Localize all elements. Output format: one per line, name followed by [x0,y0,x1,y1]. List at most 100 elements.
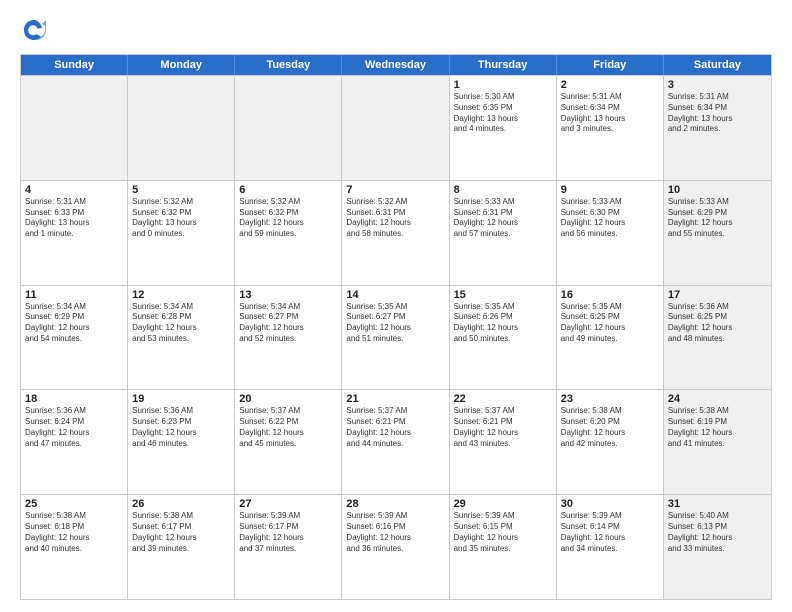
day-number: 5 [132,184,230,196]
day-number: 25 [25,498,123,510]
day-number: 8 [454,184,552,196]
cal-cell-w4-d1: 18Sunrise: 5:36 AM Sunset: 6:24 PM Dayli… [21,390,128,494]
cal-cell-w5-d2: 26Sunrise: 5:38 AM Sunset: 6:17 PM Dayli… [128,495,235,599]
day-number: 6 [239,184,337,196]
cal-header-friday: Friday [557,55,664,75]
day-info: Sunrise: 5:35 AM Sunset: 6:25 PM Dayligh… [561,302,659,345]
cal-header-saturday: Saturday [664,55,771,75]
day-info: Sunrise: 5:38 AM Sunset: 6:19 PM Dayligh… [668,406,767,449]
day-number: 20 [239,393,337,405]
cal-header-tuesday: Tuesday [235,55,342,75]
day-info: Sunrise: 5:34 AM Sunset: 6:27 PM Dayligh… [239,302,337,345]
day-info: Sunrise: 5:39 AM Sunset: 6:15 PM Dayligh… [454,511,552,554]
calendar-header-row: SundayMondayTuesdayWednesdayThursdayFrid… [21,55,771,75]
logo [20,16,52,44]
day-info: Sunrise: 5:33 AM Sunset: 6:30 PM Dayligh… [561,197,659,240]
cal-cell-w3-d1: 11Sunrise: 5:34 AM Sunset: 6:29 PM Dayli… [21,286,128,390]
cal-cell-w2-d1: 4Sunrise: 5:31 AM Sunset: 6:33 PM Daylig… [21,181,128,285]
cal-week-5: 25Sunrise: 5:38 AM Sunset: 6:18 PM Dayli… [21,494,771,599]
day-number: 18 [25,393,123,405]
day-info: Sunrise: 5:34 AM Sunset: 6:29 PM Dayligh… [25,302,123,345]
day-number: 2 [561,79,659,91]
cal-week-2: 4Sunrise: 5:31 AM Sunset: 6:33 PM Daylig… [21,180,771,285]
day-number: 19 [132,393,230,405]
cal-cell-w2-d5: 8Sunrise: 5:33 AM Sunset: 6:31 PM Daylig… [450,181,557,285]
day-info: Sunrise: 5:32 AM Sunset: 6:32 PM Dayligh… [239,197,337,240]
day-number: 31 [668,498,767,510]
day-info: Sunrise: 5:32 AM Sunset: 6:31 PM Dayligh… [346,197,444,240]
day-number: 12 [132,289,230,301]
day-info: Sunrise: 5:30 AM Sunset: 6:35 PM Dayligh… [454,92,552,135]
day-info: Sunrise: 5:38 AM Sunset: 6:20 PM Dayligh… [561,406,659,449]
cal-cell-w1-d7: 3Sunrise: 5:31 AM Sunset: 6:34 PM Daylig… [664,76,771,180]
day-info: Sunrise: 5:31 AM Sunset: 6:34 PM Dayligh… [668,92,767,135]
day-number: 15 [454,289,552,301]
day-number: 13 [239,289,337,301]
day-info: Sunrise: 5:36 AM Sunset: 6:23 PM Dayligh… [132,406,230,449]
cal-cell-w1-d3 [235,76,342,180]
cal-cell-w3-d2: 12Sunrise: 5:34 AM Sunset: 6:28 PM Dayli… [128,286,235,390]
cal-cell-w2-d4: 7Sunrise: 5:32 AM Sunset: 6:31 PM Daylig… [342,181,449,285]
day-number: 16 [561,289,659,301]
cal-week-3: 11Sunrise: 5:34 AM Sunset: 6:29 PM Dayli… [21,285,771,390]
cal-cell-w5-d1: 25Sunrise: 5:38 AM Sunset: 6:18 PM Dayli… [21,495,128,599]
day-number: 3 [668,79,767,91]
day-number: 27 [239,498,337,510]
cal-cell-w4-d2: 19Sunrise: 5:36 AM Sunset: 6:23 PM Dayli… [128,390,235,494]
cal-cell-w2-d3: 6Sunrise: 5:32 AM Sunset: 6:32 PM Daylig… [235,181,342,285]
cal-cell-w3-d3: 13Sunrise: 5:34 AM Sunset: 6:27 PM Dayli… [235,286,342,390]
header [20,16,772,44]
day-info: Sunrise: 5:39 AM Sunset: 6:14 PM Dayligh… [561,511,659,554]
cal-cell-w4-d5: 22Sunrise: 5:37 AM Sunset: 6:21 PM Dayli… [450,390,557,494]
cal-cell-w5-d5: 29Sunrise: 5:39 AM Sunset: 6:15 PM Dayli… [450,495,557,599]
day-number: 24 [668,393,767,405]
day-number: 30 [561,498,659,510]
cal-cell-w4-d7: 24Sunrise: 5:38 AM Sunset: 6:19 PM Dayli… [664,390,771,494]
day-number: 17 [668,289,767,301]
day-number: 14 [346,289,444,301]
cal-cell-w2-d6: 9Sunrise: 5:33 AM Sunset: 6:30 PM Daylig… [557,181,664,285]
cal-header-wednesday: Wednesday [342,55,449,75]
day-info: Sunrise: 5:34 AM Sunset: 6:28 PM Dayligh… [132,302,230,345]
logo-icon [20,16,48,44]
day-number: 7 [346,184,444,196]
cal-cell-w4-d3: 20Sunrise: 5:37 AM Sunset: 6:22 PM Dayli… [235,390,342,494]
day-info: Sunrise: 5:37 AM Sunset: 6:21 PM Dayligh… [454,406,552,449]
day-info: Sunrise: 5:33 AM Sunset: 6:29 PM Dayligh… [668,197,767,240]
day-number: 26 [132,498,230,510]
cal-cell-w1-d4 [342,76,449,180]
day-info: Sunrise: 5:36 AM Sunset: 6:24 PM Dayligh… [25,406,123,449]
day-info: Sunrise: 5:37 AM Sunset: 6:21 PM Dayligh… [346,406,444,449]
day-info: Sunrise: 5:38 AM Sunset: 6:17 PM Dayligh… [132,511,230,554]
calendar-body: 1Sunrise: 5:30 AM Sunset: 6:35 PM Daylig… [21,75,771,599]
day-number: 29 [454,498,552,510]
cal-cell-w3-d6: 16Sunrise: 5:35 AM Sunset: 6:25 PM Dayli… [557,286,664,390]
day-number: 22 [454,393,552,405]
cal-cell-w5-d3: 27Sunrise: 5:39 AM Sunset: 6:17 PM Dayli… [235,495,342,599]
day-info: Sunrise: 5:35 AM Sunset: 6:27 PM Dayligh… [346,302,444,345]
day-info: Sunrise: 5:39 AM Sunset: 6:17 PM Dayligh… [239,511,337,554]
cal-cell-w3-d7: 17Sunrise: 5:36 AM Sunset: 6:25 PM Dayli… [664,286,771,390]
cal-cell-w4-d4: 21Sunrise: 5:37 AM Sunset: 6:21 PM Dayli… [342,390,449,494]
cal-header-monday: Monday [128,55,235,75]
calendar: SundayMondayTuesdayWednesdayThursdayFrid… [20,54,772,600]
day-number: 21 [346,393,444,405]
day-info: Sunrise: 5:32 AM Sunset: 6:32 PM Dayligh… [132,197,230,240]
cal-cell-w5-d7: 31Sunrise: 5:40 AM Sunset: 6:13 PM Dayli… [664,495,771,599]
page: SundayMondayTuesdayWednesdayThursdayFrid… [0,0,792,612]
day-info: Sunrise: 5:31 AM Sunset: 6:34 PM Dayligh… [561,92,659,135]
cal-cell-w1-d2 [128,76,235,180]
day-number: 10 [668,184,767,196]
day-info: Sunrise: 5:39 AM Sunset: 6:16 PM Dayligh… [346,511,444,554]
cal-cell-w1-d1 [21,76,128,180]
cal-header-thursday: Thursday [450,55,557,75]
cal-cell-w5-d4: 28Sunrise: 5:39 AM Sunset: 6:16 PM Dayli… [342,495,449,599]
day-number: 11 [25,289,123,301]
day-info: Sunrise: 5:40 AM Sunset: 6:13 PM Dayligh… [668,511,767,554]
day-number: 4 [25,184,123,196]
day-number: 1 [454,79,552,91]
cal-cell-w3-d4: 14Sunrise: 5:35 AM Sunset: 6:27 PM Dayli… [342,286,449,390]
day-info: Sunrise: 5:35 AM Sunset: 6:26 PM Dayligh… [454,302,552,345]
cal-week-4: 18Sunrise: 5:36 AM Sunset: 6:24 PM Dayli… [21,389,771,494]
day-number: 28 [346,498,444,510]
